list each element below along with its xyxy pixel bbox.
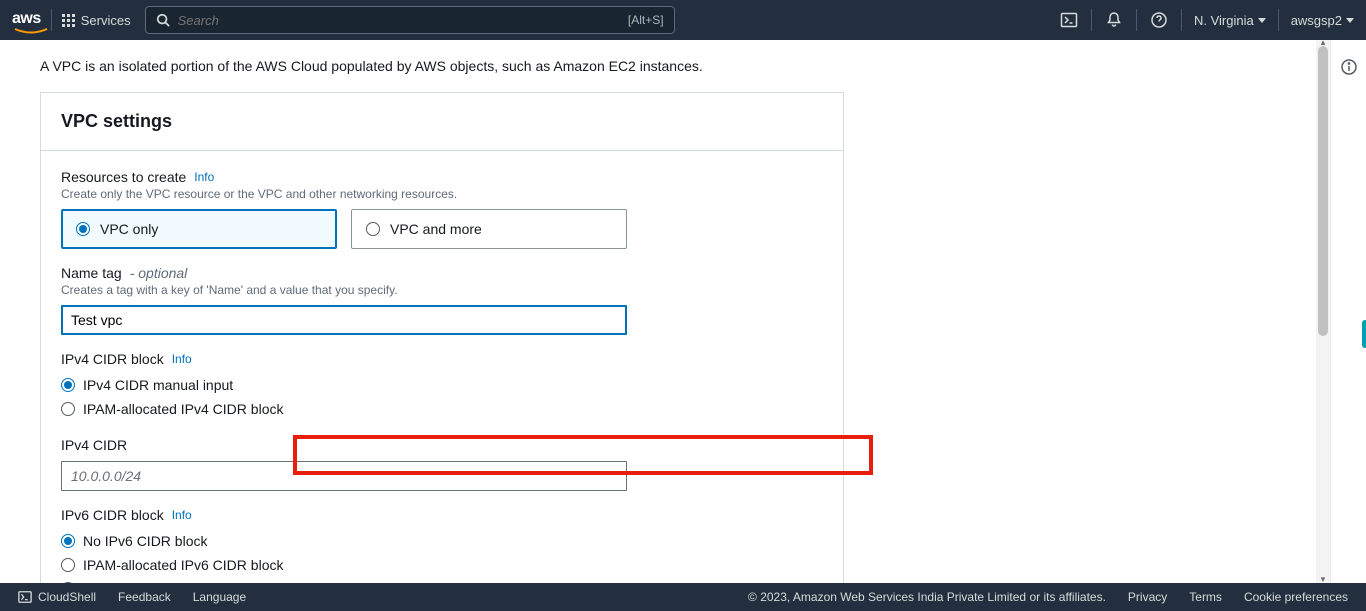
name-tag-label: Name tag bbox=[61, 265, 122, 281]
radio-icon bbox=[61, 402, 75, 416]
divider bbox=[1091, 9, 1092, 31]
radio-icon bbox=[61, 534, 75, 548]
divider bbox=[1278, 9, 1279, 31]
bell-icon[interactable] bbox=[1104, 10, 1124, 30]
tile-label: VPC and more bbox=[390, 221, 482, 237]
field-resources-to-create: Resources to create Info Create only the… bbox=[61, 169, 823, 249]
radio-label: No IPv6 CIDR block bbox=[83, 533, 207, 549]
radio-label: IPAM-allocated IPv6 CIDR block bbox=[83, 557, 283, 573]
ipv6-block-label: IPv6 CIDR block bbox=[61, 507, 164, 523]
intro-text: A VPC is an isolated portion of the AWS … bbox=[40, 58, 1306, 74]
services-label: Services bbox=[81, 13, 131, 28]
search-hint: [Alt+S] bbox=[628, 13, 664, 27]
main-content: A VPC is an isolated portion of the AWS … bbox=[0, 40, 1330, 583]
radio-icon bbox=[76, 222, 90, 236]
grid-icon bbox=[62, 14, 75, 27]
vertical-scrollbar[interactable]: ▴ ▾ bbox=[1316, 40, 1330, 583]
field-ipv4-block: IPv4 CIDR block Info IPv4 CIDR manual in… bbox=[61, 351, 823, 421]
top-navbar: aws Services [Alt+S] N. Virgini bbox=[0, 0, 1366, 40]
resources-label: Resources to create bbox=[61, 169, 186, 185]
chevron-down-icon bbox=[1258, 18, 1266, 23]
radio-label: IPAM-allocated IPv4 CIDR block bbox=[83, 401, 283, 417]
info-link[interactable]: Info bbox=[172, 508, 192, 522]
name-tag-desc: Creates a tag with a key of 'Name' and a… bbox=[61, 283, 823, 297]
chevron-down-icon bbox=[1346, 18, 1354, 23]
field-name-tag: Name tag - optional Creates a tag with a… bbox=[61, 265, 823, 335]
copyright-text: © 2023, Amazon Web Services India Privat… bbox=[748, 590, 1106, 604]
panel-header: VPC settings bbox=[41, 93, 843, 151]
radio-icon bbox=[61, 378, 75, 392]
footer-bar: CloudShell Feedback Language © 2023, Ama… bbox=[0, 583, 1366, 611]
ipv4-cidr-input[interactable] bbox=[61, 461, 627, 491]
terms-link[interactable]: Terms bbox=[1189, 590, 1222, 604]
radio-ipv6-none[interactable]: No IPv6 CIDR block bbox=[61, 529, 823, 553]
help-panel-rail bbox=[1330, 40, 1366, 583]
search-icon bbox=[156, 13, 170, 27]
side-tab[interactable] bbox=[1362, 320, 1366, 348]
field-ipv4-cidr: IPv4 CIDR bbox=[61, 437, 823, 491]
info-link[interactable]: Info bbox=[172, 352, 192, 366]
region-selector[interactable]: N. Virginia bbox=[1194, 13, 1266, 28]
radio-icon bbox=[61, 558, 75, 572]
vpc-settings-panel: VPC settings Resources to create Info Cr… bbox=[40, 92, 844, 583]
resources-desc: Create only the VPC resource or the VPC … bbox=[61, 187, 823, 201]
cookie-preferences-link[interactable]: Cookie preferences bbox=[1244, 590, 1348, 604]
tile-vpc-and-more[interactable]: VPC and more bbox=[351, 209, 627, 249]
divider bbox=[1136, 9, 1137, 31]
ipv4-cidr-label: IPv4 CIDR bbox=[61, 437, 127, 453]
tile-label: VPC only bbox=[100, 221, 158, 237]
radio-icon bbox=[366, 222, 380, 236]
name-tag-input[interactable] bbox=[61, 305, 627, 335]
ipv4-block-label: IPv4 CIDR block bbox=[61, 351, 164, 367]
search-input[interactable] bbox=[178, 13, 628, 28]
field-ipv6-block: IPv6 CIDR block Info No IPv6 CIDR block … bbox=[61, 507, 823, 583]
cloudshell-icon[interactable] bbox=[1059, 10, 1079, 30]
radio-ipv4-ipam[interactable]: IPAM-allocated IPv4 CIDR block bbox=[61, 397, 823, 421]
aws-logo[interactable]: aws bbox=[12, 10, 41, 30]
scroll-thumb[interactable] bbox=[1318, 46, 1328, 336]
optional-text: - optional bbox=[130, 265, 188, 281]
cloudshell-button[interactable]: CloudShell bbox=[18, 590, 96, 604]
panel-title: VPC settings bbox=[61, 111, 823, 132]
radio-ipv4-manual[interactable]: IPv4 CIDR manual input bbox=[61, 373, 823, 397]
info-icon[interactable] bbox=[1340, 58, 1358, 76]
tile-vpc-only[interactable]: VPC only bbox=[61, 209, 337, 249]
info-link[interactable]: Info bbox=[194, 170, 214, 184]
privacy-link[interactable]: Privacy bbox=[1128, 590, 1167, 604]
language-link[interactable]: Language bbox=[193, 590, 246, 604]
radio-ipv6-ipam[interactable]: IPAM-allocated IPv6 CIDR block bbox=[61, 553, 823, 577]
search-box[interactable]: [Alt+S] bbox=[145, 6, 675, 34]
help-icon[interactable] bbox=[1149, 10, 1169, 30]
account-menu[interactable]: awsgsp2 bbox=[1291, 13, 1354, 28]
divider bbox=[51, 9, 52, 31]
radio-label: IPv4 CIDR manual input bbox=[83, 377, 233, 393]
divider bbox=[1181, 9, 1182, 31]
services-menu-button[interactable]: Services bbox=[62, 13, 131, 28]
feedback-link[interactable]: Feedback bbox=[118, 590, 171, 604]
